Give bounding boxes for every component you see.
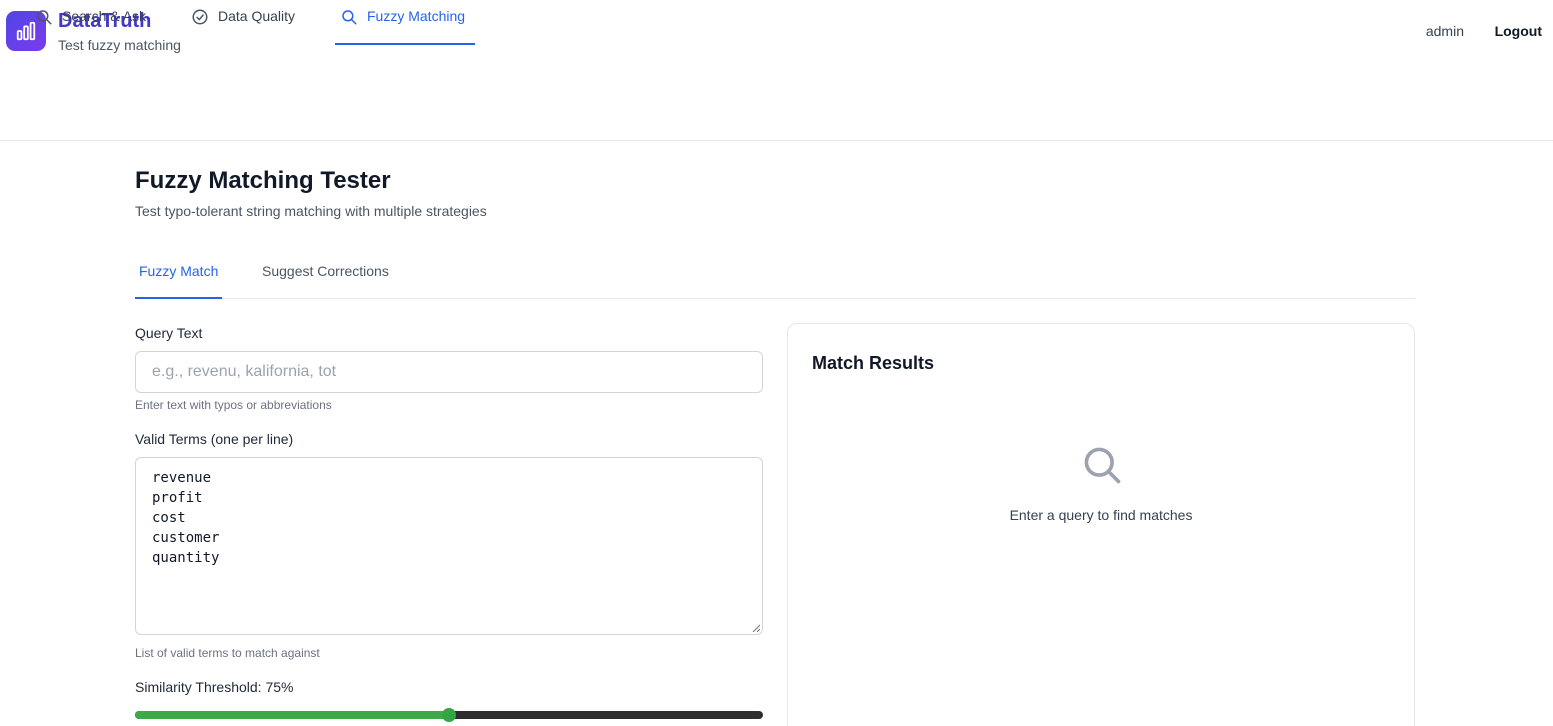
page-description: Test typo-tolerant string matching with … [135,203,487,219]
nav-tab-search-ask[interactable]: Search & Ask [35,0,151,45]
terms-label: Valid Terms (one per line) [135,431,294,447]
app-header: DataTruth Test fuzzy matching admin Logo… [0,0,1553,141]
results-empty-message: Enter a query to find matches [1009,507,1193,523]
results-title: Match Results [812,353,935,373]
threshold-slider[interactable] [135,708,763,722]
nav-tab-label: Search & Ask [62,8,147,24]
search-icon [37,10,52,25]
nav-tab-label: Fuzzy Matching [367,8,466,24]
term-line: quantity [152,550,220,566]
term-line: customer [152,530,220,546]
logout-button[interactable]: Logout [1495,23,1542,39]
user-name: admin [1425,23,1464,39]
check-circle-icon [192,9,208,25]
page-title: Fuzzy Matching Tester [135,167,391,194]
threshold-label: Similarity Threshold: 75% [135,679,294,695]
terms-textarea[interactable]: revenue profit cost customer quantity [135,457,763,635]
nav-tab-fuzzy-matching[interactable]: Fuzzy Matching [335,0,475,45]
query-label: Query Text [135,325,203,341]
query-input[interactable] [135,351,763,393]
nav-tab-data-quality[interactable]: Data Quality [191,0,301,45]
term-line: profit [152,490,203,506]
term-line: cost [152,510,186,526]
subtab-bar: Fuzzy Match Suggest Corrections [135,257,1415,299]
search-icon [342,10,357,25]
terms-hint: List of valid terms to match against [135,646,320,660]
results-panel: Match Results Enter a query to find matc… [787,323,1415,726]
bar-chart-icon [16,21,36,41]
tab-suggest-corrections[interactable]: Suggest Corrections [262,263,389,297]
search-icon [1084,447,1121,484]
nav-tab-label: Data Quality [218,8,296,24]
query-hint: Enter text with typos or abbreviations [135,398,332,412]
slider-thumb[interactable] [442,708,456,722]
term-line: revenue [152,470,212,486]
resize-grip-icon[interactable] [752,624,760,632]
tab-fuzzy-match[interactable]: Fuzzy Match [135,263,223,299]
slider-fill [135,711,449,719]
